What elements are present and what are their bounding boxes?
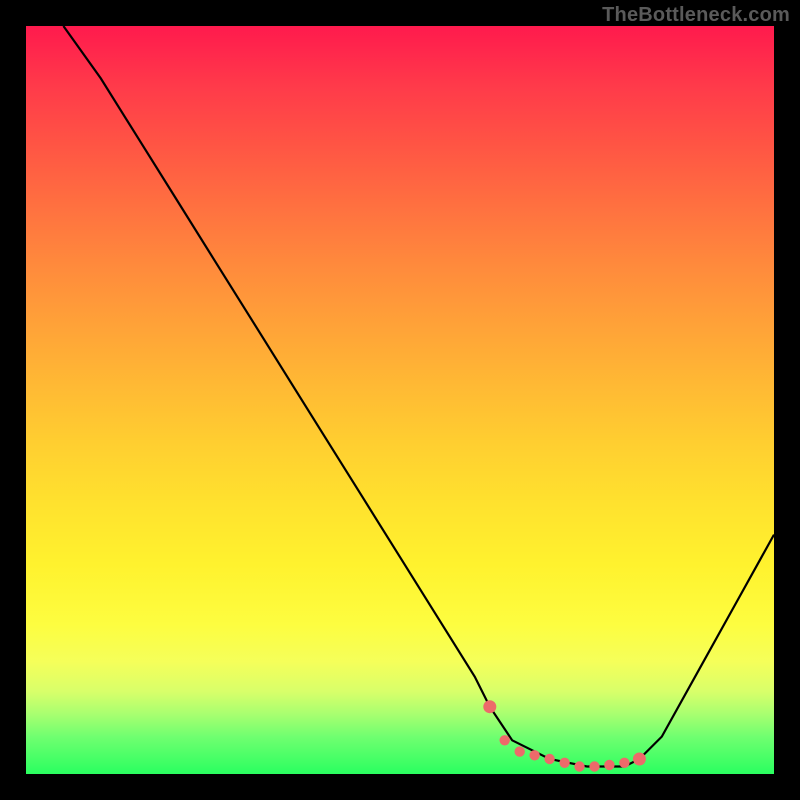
bottleneck-curve: [63, 26, 774, 767]
optimal-point: [574, 761, 584, 771]
optimal-point: [529, 750, 539, 760]
optimal-point: [619, 758, 629, 768]
optimal-point: [500, 735, 510, 745]
optimal-point-end: [633, 753, 646, 766]
chart-container: TheBottleneck.com: [0, 0, 800, 800]
optimal-point: [604, 760, 614, 770]
optimal-point-end: [483, 700, 496, 713]
optimal-band-dots: [483, 700, 646, 772]
optimal-point: [559, 758, 569, 768]
optimal-point: [589, 761, 599, 771]
optimal-point: [544, 754, 554, 764]
plot-area: [26, 26, 774, 774]
optimal-point: [515, 746, 525, 756]
watermark-text: TheBottleneck.com: [602, 4, 790, 27]
curve-svg: [26, 26, 774, 774]
